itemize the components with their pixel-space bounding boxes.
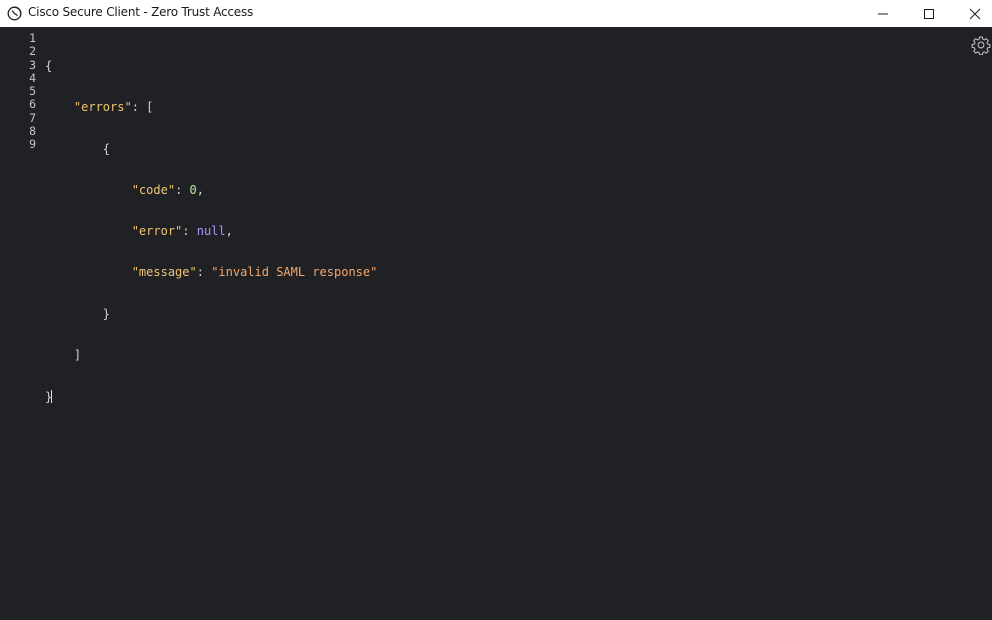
minimize-icon bbox=[878, 13, 888, 14]
code-line: "error": null, bbox=[45, 225, 377, 238]
line-number: 8 bbox=[29, 124, 36, 139]
line-number: 9 bbox=[29, 137, 36, 152]
open-brace: { bbox=[102, 141, 111, 156]
json-key: "errors" bbox=[73, 100, 132, 115]
json-null-value: null bbox=[196, 224, 226, 239]
json-number-value: 0 bbox=[189, 182, 197, 197]
close-brace: } bbox=[102, 306, 111, 321]
code-line: { bbox=[45, 141, 377, 156]
line-number: 5 bbox=[29, 84, 36, 99]
code-line: } bbox=[45, 390, 377, 404]
text-cursor bbox=[51, 390, 53, 404]
line-number: 1 bbox=[29, 31, 36, 45]
code-line: } bbox=[45, 306, 377, 321]
code-area[interactable]: { "errors": [ { "code": 0, "error": null… bbox=[45, 32, 377, 432]
json-editor[interactable]: 1 2 3 4 5 6 7 8 9 { "errors": [ { "code"… bbox=[0, 27, 992, 620]
maximize-icon bbox=[924, 8, 934, 19]
code-line: { bbox=[45, 59, 377, 73]
close-icon bbox=[969, 8, 981, 19]
code-line: "code": 0, bbox=[45, 182, 377, 197]
gear-icon[interactable] bbox=[971, 35, 991, 55]
line-number: 3 bbox=[29, 57, 36, 72]
code-line: "errors": [ bbox=[45, 101, 377, 114]
line-number: 7 bbox=[29, 110, 36, 125]
open-brace: { bbox=[45, 59, 53, 73]
maximize-button[interactable] bbox=[906, 0, 952, 27]
line-number: 4 bbox=[29, 70, 36, 85]
punctuation: , bbox=[196, 182, 204, 197]
json-key: "code" bbox=[131, 182, 176, 197]
punctuation: : bbox=[182, 224, 197, 239]
punctuation: : bbox=[196, 265, 212, 280]
title-bar: Cisco Secure Client - Zero Trust Access bbox=[0, 0, 992, 27]
punctuation: , bbox=[225, 224, 233, 239]
line-number-gutter: 1 2 3 4 5 6 7 8 9 bbox=[0, 31, 40, 152]
json-key: "message" bbox=[131, 265, 197, 280]
cisco-client-icon bbox=[7, 6, 22, 21]
json-key: "error" bbox=[131, 224, 183, 239]
close-bracket: ] bbox=[73, 348, 82, 363]
close-button[interactable] bbox=[952, 0, 992, 27]
window-title: Cisco Secure Client - Zero Trust Access bbox=[28, 5, 254, 19]
line-number: 6 bbox=[29, 97, 36, 112]
code-line: "message": "invalid SAML response" bbox=[45, 265, 378, 280]
punctuation: : [ bbox=[131, 100, 154, 115]
minimize-button[interactable] bbox=[860, 0, 906, 27]
line-number: 2 bbox=[29, 44, 36, 59]
code-line: ] bbox=[45, 348, 377, 363]
punctuation: : bbox=[175, 182, 190, 197]
json-string-value: "invalid SAML response" bbox=[211, 265, 378, 280]
